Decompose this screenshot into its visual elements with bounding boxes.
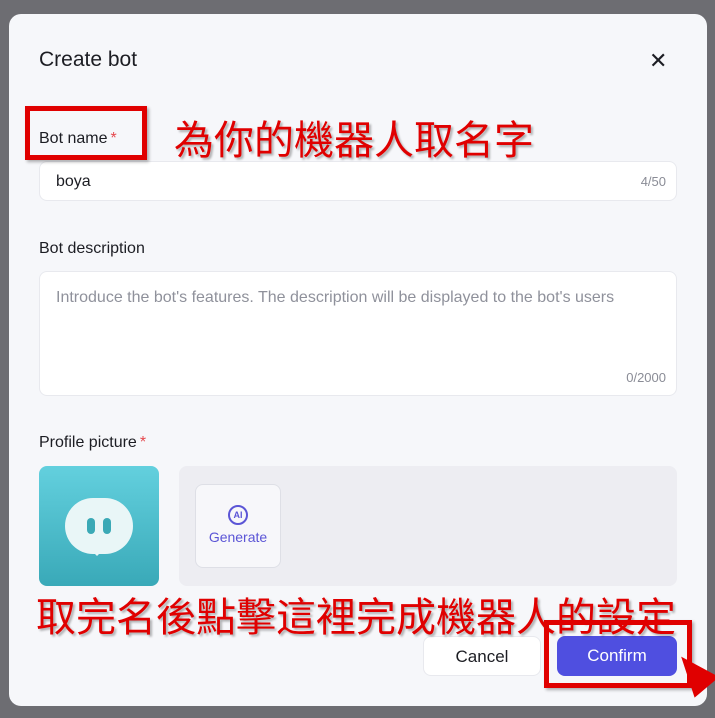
profile-picture-label-text: Profile picture [39,434,137,451]
dialog-title: Create bot [39,48,138,71]
required-marker: * [139,434,147,451]
annotation-name-hint: 為你的機器人取名字 [174,118,534,164]
chat-bubble-icon [65,498,133,556]
bot-name-value: boya [56,173,91,190]
avatar-eye [87,518,95,534]
bot-description-label: Bot description [39,240,145,257]
ai-icon: AI [228,505,248,525]
avatar-eye [103,518,111,534]
bot-description-counter: 0/2000 [626,370,666,385]
annotation-box-name [25,106,147,160]
bot-name-counter: 4/50 [640,174,666,189]
profile-picture-label: Profile picture * [39,434,146,452]
generate-button[interactable]: AI Generate [195,484,281,568]
close-icon[interactable]: ✕ [649,48,667,74]
avatar-generate-area: AI Generate [179,466,677,586]
annotation-box-confirm [544,620,692,688]
generate-label: Generate [208,529,268,545]
bot-description-placeholder: Introduce the bot's features. The descri… [56,289,615,306]
bot-name-input[interactable]: boya 4/50 [39,161,677,201]
bot-avatar[interactable] [39,466,159,586]
bot-description-input[interactable]: Introduce the bot's features. The descri… [39,271,677,396]
